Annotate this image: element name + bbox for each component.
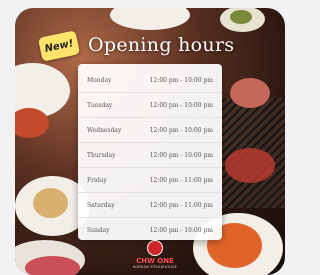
- day-label: Friday: [87, 176, 107, 184]
- hours-row: Sunday 12:00 pm - 10:00 pm: [78, 218, 222, 242]
- logo-subtitle: KOREAN STEAKHOUSE: [132, 265, 178, 269]
- hours-row: Saturday 12:00 pm - 11:00 pm: [78, 193, 222, 218]
- time-label: 12:00 pm - 10:00 pm: [149, 126, 213, 134]
- time-label: 12:00 pm - 10:00 pm: [149, 101, 213, 109]
- plate-top: [110, 8, 190, 30]
- time-label: 12:00 pm - 11:00 pm: [149, 201, 213, 209]
- restaurant-logo: CHW ONE KOREAN STEAKHOUSE: [125, 240, 185, 272]
- day-label: Wednesday: [87, 126, 122, 134]
- time-label: 12:00 pm - 10:00 pm: [149, 151, 213, 159]
- food-meat-bottom: [25, 256, 80, 275]
- hours-row: Monday 12:00 pm - 10:00 pm: [78, 68, 222, 93]
- promo-card: New! Opening hours Monday 12:00 pm - 10:…: [15, 8, 285, 275]
- food-meat-right: [230, 78, 270, 108]
- new-badge: New!: [37, 30, 81, 62]
- time-label: 12:00 pm - 11:00 pm: [149, 176, 213, 184]
- day-label: Sunday: [87, 226, 110, 234]
- day-label: Monday: [87, 76, 112, 84]
- page-title: Opening hours: [88, 34, 235, 56]
- day-label: Thursday: [87, 151, 116, 159]
- food-buns: [33, 188, 68, 218]
- food-meat-left: [15, 108, 49, 138]
- hours-row: Tuesday 12:00 pm - 10:00 pm: [78, 93, 222, 118]
- hours-row: Wednesday 12:00 pm - 10:00 pm: [78, 118, 222, 143]
- time-label: 12:00 pm - 10:00 pm: [149, 226, 213, 234]
- opening-hours-table: Monday 12:00 pm - 10:00 pm Tuesday 12:00…: [78, 64, 222, 240]
- day-label: Saturday: [87, 201, 115, 209]
- food-meat-grill: [225, 148, 275, 183]
- hours-row: Thursday 12:00 pm - 10:00 pm: [78, 143, 222, 168]
- food-greens: [230, 10, 252, 24]
- logo-name: CHW ONE: [136, 257, 174, 265]
- hours-row: Friday 12:00 pm - 11:00 pm: [78, 168, 222, 193]
- day-label: Tuesday: [87, 101, 113, 109]
- logo-mark-icon: [147, 240, 163, 256]
- time-label: 12:00 pm - 10:00 pm: [149, 76, 213, 84]
